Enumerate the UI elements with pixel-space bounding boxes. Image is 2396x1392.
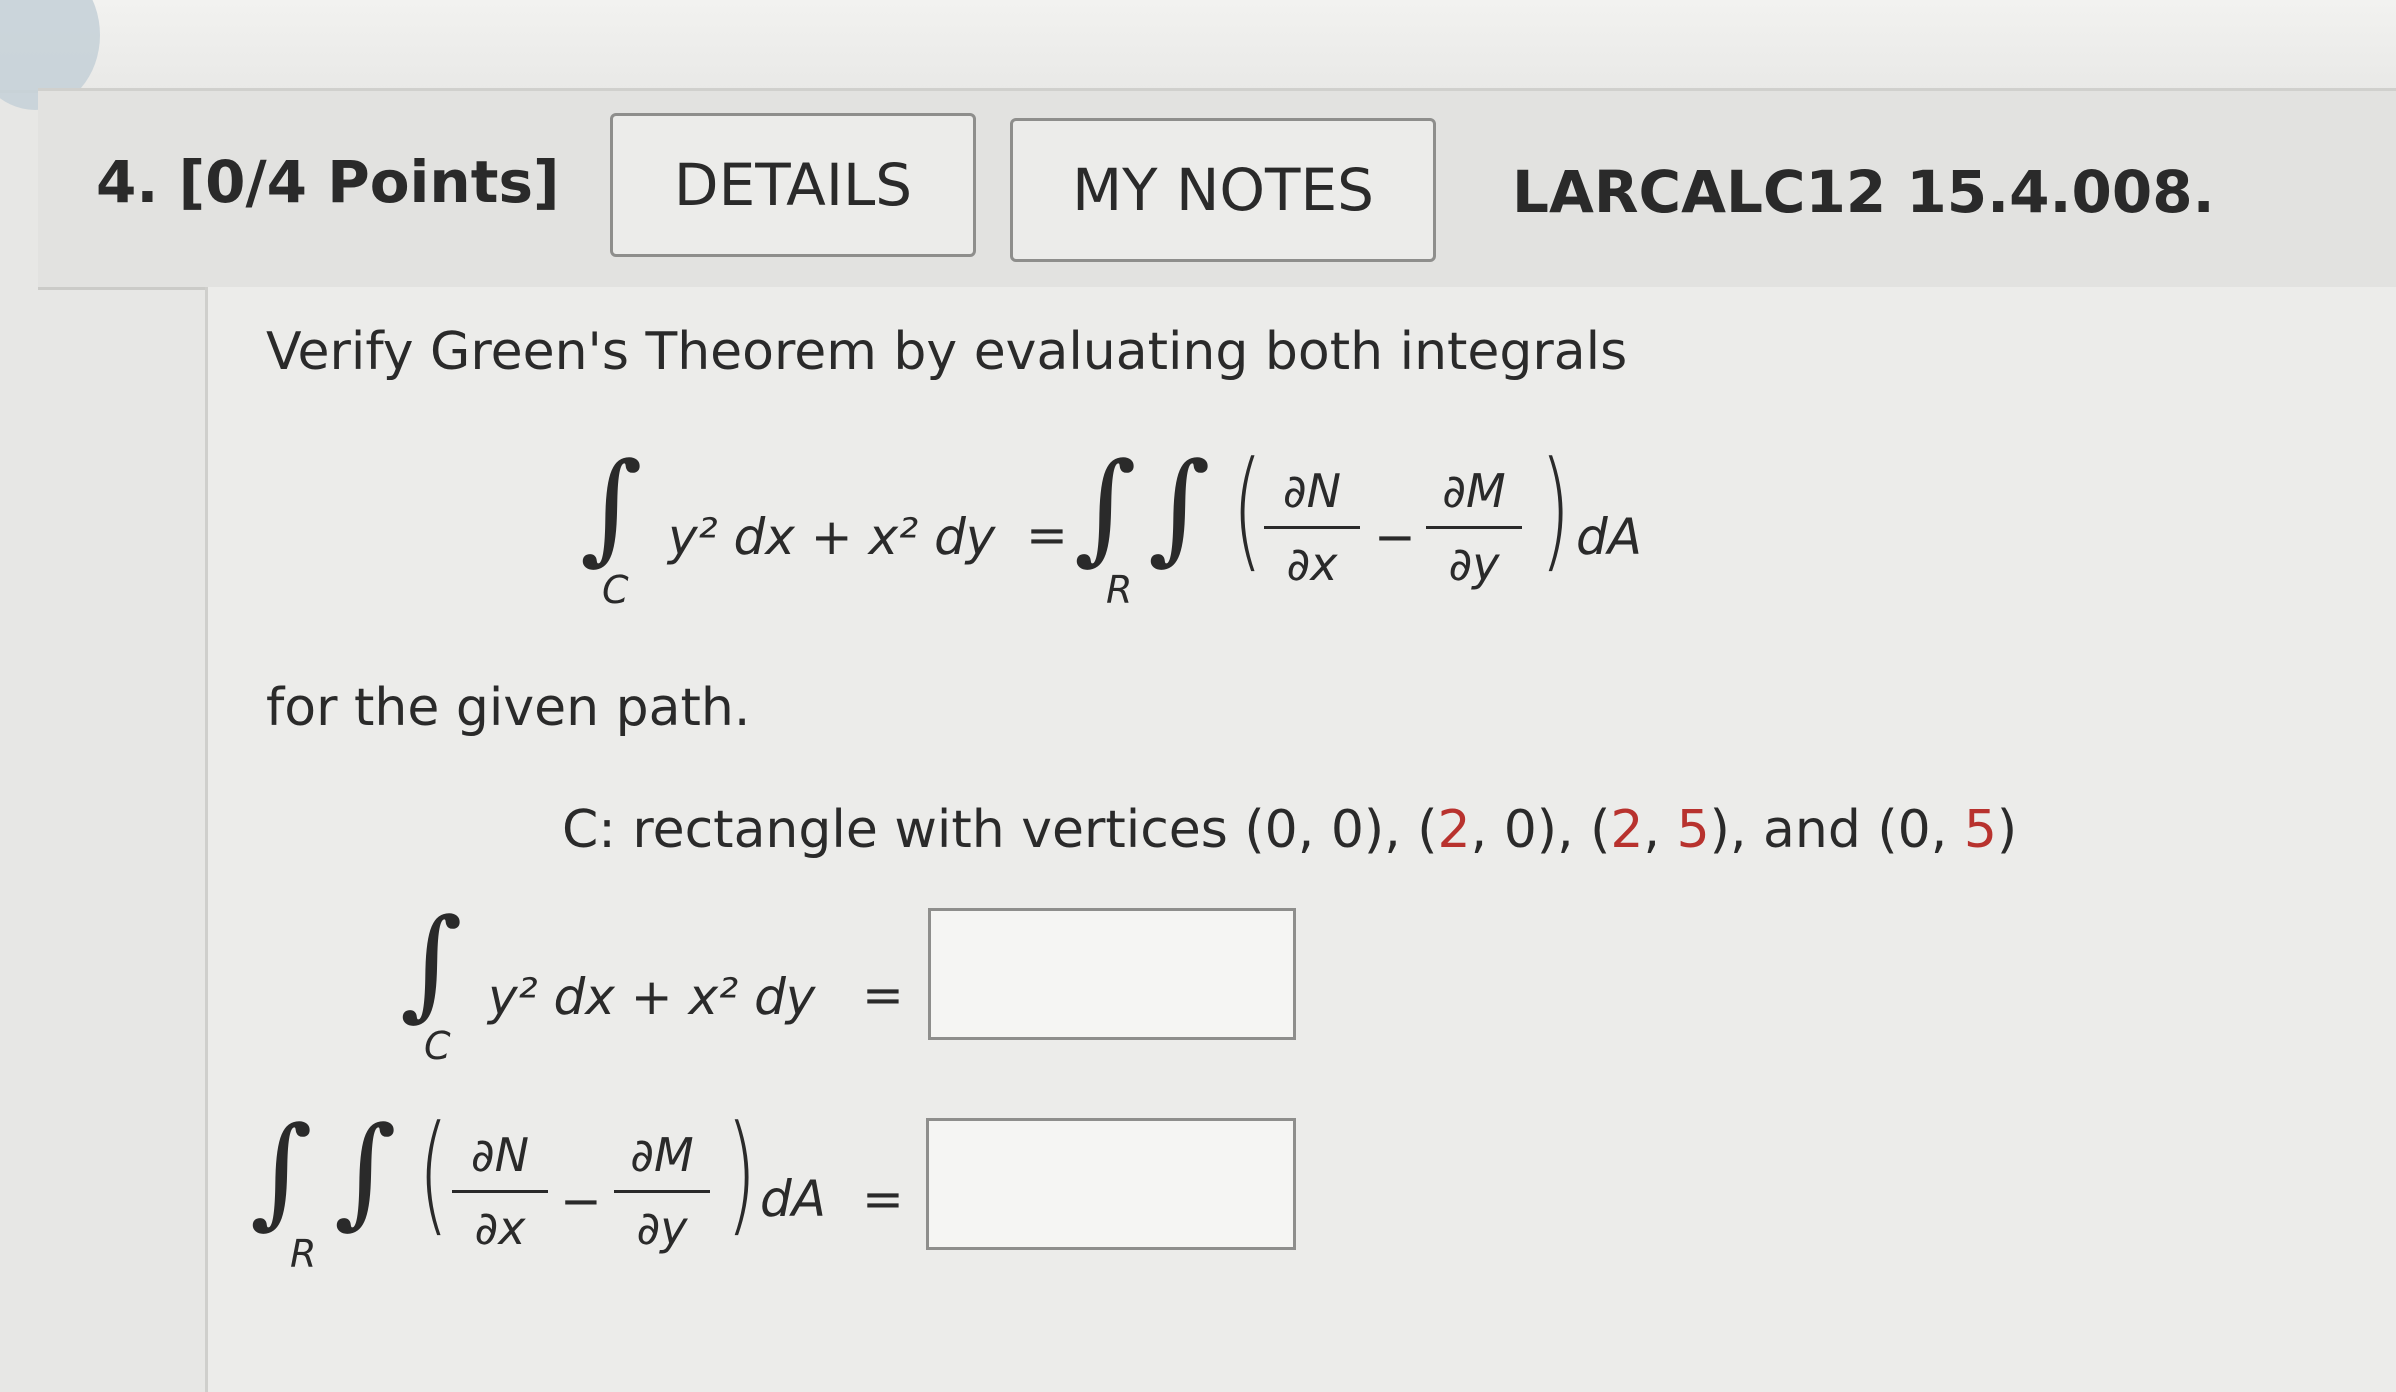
dm-dy-fraction: ∂M ∂y	[1426, 464, 1522, 591]
fraction-bar	[1426, 526, 1522, 529]
sub-r: R	[290, 1232, 317, 1276]
dn-numerator: ∂N	[1282, 464, 1342, 518]
dn-dx-fraction: ∂N ∂x	[452, 1128, 548, 1255]
path-prefix: C: rectangle with vertices (0, 0), (	[562, 800, 1438, 860]
fraction-bar	[452, 1190, 548, 1193]
double-integral-sign-1: ∫	[250, 1102, 313, 1241]
dn-numerator: ∂N	[470, 1128, 530, 1182]
problem-code: LARCALC12 15.4.008.	[1512, 158, 2215, 226]
details-button[interactable]: DETAILS	[610, 113, 976, 257]
dm-dy-fraction: ∂M ∂y	[614, 1128, 710, 1255]
dy-denominator: ∂y	[1448, 537, 1500, 591]
fraction-bar	[614, 1190, 710, 1193]
given-path-text: for the given path.	[266, 678, 751, 738]
double-integral-sign-1: ∫	[1074, 438, 1137, 577]
da-term: dA	[1576, 508, 1642, 566]
vertex3-y: 5	[1676, 800, 1710, 860]
path-mid-3: ), and (0,	[1709, 800, 1964, 860]
vertex3-x: 2	[1610, 800, 1644, 860]
line-integral-sign: ∫	[580, 438, 643, 577]
dx-denominator: ∂x	[474, 1201, 526, 1255]
left-paren: (	[418, 1097, 449, 1249]
dn-dx-fraction: ∂N ∂x	[1264, 464, 1360, 591]
path-description: C: rectangle with vertices (0, 0), (2, 0…	[562, 800, 2017, 860]
double-integral-sign-2: ∫	[1148, 438, 1211, 577]
path-suffix: )	[1996, 800, 2018, 860]
equals-sign: =	[862, 1170, 904, 1228]
vertex4-y: 5	[1963, 800, 1997, 860]
dx-denominator: ∂x	[1286, 537, 1338, 591]
line-integral-sign: ∫	[400, 894, 463, 1033]
equals-sign: =	[1026, 506, 1068, 564]
path-mid-2: ,	[1643, 800, 1677, 860]
top-strip	[0, 0, 2396, 93]
equals-sign: =	[862, 966, 904, 1024]
sub-r: R	[1106, 568, 1133, 612]
dm-numerator: ∂M	[630, 1128, 694, 1182]
left-paren: (	[1232, 433, 1263, 585]
da-term: dA	[760, 1170, 826, 1228]
minus-sign: −	[560, 1172, 602, 1230]
minus-sign: −	[1374, 508, 1416, 566]
sub-c: C	[602, 568, 629, 612]
sub-c: C	[424, 1024, 451, 1068]
question-number-points: 4. [0/4 Points]	[96, 148, 559, 216]
dy-denominator: ∂y	[636, 1201, 688, 1255]
line-integral-answer-input[interactable]	[928, 908, 1296, 1040]
question-points: [0/4 Points]	[178, 148, 560, 216]
double-integral-sign-2: ∫	[334, 1102, 397, 1241]
double-integral-answer-input[interactable]	[926, 1118, 1296, 1250]
fraction-bar	[1264, 526, 1360, 529]
vertex2-x: 2	[1437, 800, 1471, 860]
dm-numerator: ∂M	[1442, 464, 1506, 518]
question-prompt: Verify Green's Theorem by evaluating bot…	[266, 322, 1628, 382]
line-integral-expr: y² dx + x² dy	[488, 968, 816, 1026]
my-notes-button[interactable]: MY NOTES	[1010, 118, 1436, 262]
right-paren: )	[726, 1097, 757, 1249]
question-number: 4.	[96, 148, 159, 216]
right-paren: )	[1540, 433, 1571, 585]
path-mid-1: , 0), (	[1470, 800, 1611, 860]
line-integral-expr: y² dx + x² dy	[668, 508, 996, 566]
